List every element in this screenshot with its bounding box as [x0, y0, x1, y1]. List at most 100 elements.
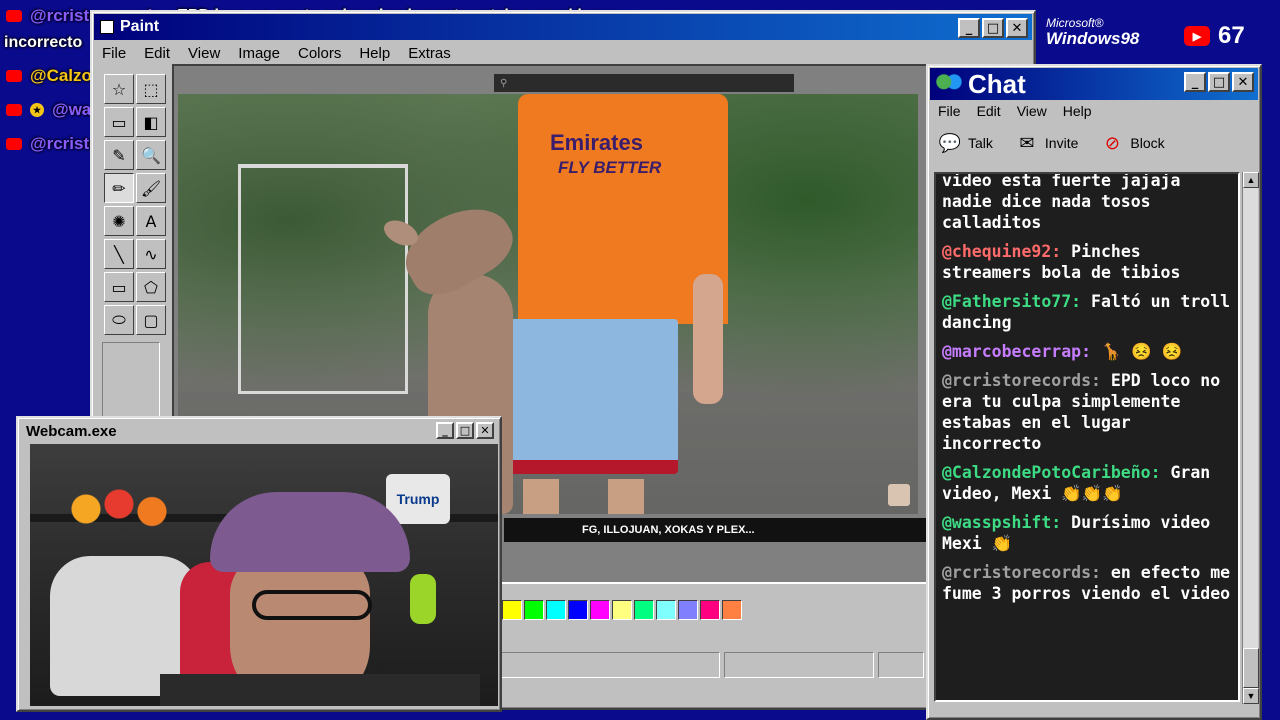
scroll-up-arrow-icon[interactable]: ▲: [1243, 172, 1259, 188]
chat-people-icon: [936, 73, 962, 95]
palette-swatch[interactable]: [546, 600, 566, 620]
youtube-badge-icon: [6, 138, 22, 150]
member-star-icon: ★: [30, 103, 44, 117]
paint-titlebar[interactable]: Paint _ □ ✕: [94, 14, 1032, 40]
palette-swatch[interactable]: [678, 600, 698, 620]
chat-message: @Fathersito77: Faltó un troll dancing: [942, 291, 1232, 333]
scroll-down-arrow-icon[interactable]: ▼: [1243, 688, 1259, 704]
paint-menu-item[interactable]: Colors: [296, 44, 343, 63]
text-tool-icon[interactable]: A: [136, 206, 166, 236]
select-rect-tool-icon[interactable]: ⬚: [136, 74, 166, 104]
line-tool-icon[interactable]: ╲: [104, 239, 134, 269]
chat-menu-item[interactable]: File: [936, 102, 963, 120]
chat-username: @Fathersito77:: [942, 292, 1082, 311]
scroll-thumb[interactable]: [1243, 648, 1259, 688]
video-person-arm: [693, 274, 723, 404]
invite-icon: ✉: [1019, 132, 1035, 154]
youtube-icon: ▶: [1184, 26, 1210, 46]
paint-menu-item[interactable]: File: [100, 44, 128, 63]
brush-tool-icon[interactable]: 🖌: [136, 173, 166, 203]
youtube-badge-icon: [6, 70, 22, 82]
pencil-tool-icon[interactable]: ✏: [104, 173, 134, 203]
windows98-logo: Microsoft® Windows98: [1046, 16, 1139, 47]
chat-log: video esta fuerte jajaja nadie dice nada…: [934, 172, 1240, 702]
chat-message: @rcristorecords: en efecto me fume 3 por…: [942, 562, 1232, 604]
chat-menu-item[interactable]: Help: [1061, 102, 1094, 120]
chat-message: video esta fuerte jajaja nadie dice nada…: [942, 174, 1232, 233]
select-star-tool-icon[interactable]: ☆: [104, 74, 134, 104]
chat-minimize-button[interactable]: _: [1184, 72, 1206, 92]
youtube-badge-icon: [6, 104, 22, 116]
video-person-shorts: [508, 319, 678, 474]
paint-maximize-button[interactable]: □: [982, 18, 1004, 38]
paint-menu-item[interactable]: Extras: [406, 44, 453, 63]
fill-tool-icon[interactable]: ◧: [136, 107, 166, 137]
chat-scrollbar[interactable]: ▲ ▼: [1242, 172, 1259, 704]
block-icon: ⊘: [1104, 132, 1120, 154]
paint-menu-item[interactable]: View: [186, 44, 222, 63]
talk-button[interactable]: 💬 Talk: [938, 132, 993, 154]
airbrush-tool-icon[interactable]: ✺: [104, 206, 134, 236]
video-avatar-thumb: [888, 484, 910, 506]
video-search-bar: ⚲: [494, 74, 794, 92]
paint-menu-item[interactable]: Edit: [142, 44, 172, 63]
webcam-maximize-button[interactable]: □: [456, 422, 474, 439]
magnifier-tool-icon[interactable]: 🔍: [136, 140, 166, 170]
palette-swatch[interactable]: [634, 600, 654, 620]
polygon-tool-icon[interactable]: ⬠: [136, 272, 166, 302]
chat-maximize-button[interactable]: □: [1208, 72, 1230, 92]
overlay-text: incorrecto: [4, 34, 83, 51]
paint-menu-item[interactable]: Image: [236, 44, 282, 63]
rectangle-tool-icon[interactable]: ▭: [104, 272, 134, 302]
paint-minimize-button[interactable]: _: [958, 18, 980, 38]
palette-swatch[interactable]: [722, 600, 742, 620]
webcam-title: Webcam.exe: [26, 422, 117, 440]
paint-close-button[interactable]: ✕: [1006, 18, 1028, 38]
paint-title: Paint: [120, 18, 160, 35]
toolbar-label: Block: [1130, 135, 1165, 151]
eraser-tool-icon[interactable]: ▭: [104, 107, 134, 137]
palette-swatch[interactable]: [700, 600, 720, 620]
chat-username: @marcobecerrap:: [942, 342, 1092, 361]
chat-window: Chat _ □ ✕ File Edit View Help 💬 Talk ✉ Invite…: [926, 64, 1262, 720]
webcam-minimize-button[interactable]: _: [436, 422, 454, 439]
invite-button[interactable]: ✉ Invite: [1015, 132, 1078, 154]
chat-username: @rcristorecords:: [942, 563, 1101, 582]
overlay-message: incorrecto: [4, 34, 82, 52]
webcam-feed: Trump: [30, 444, 498, 706]
palette-swatch[interactable]: [524, 600, 544, 620]
tool-options-box[interactable]: [102, 342, 160, 422]
palette-swatch[interactable]: [568, 600, 588, 620]
video-person-leg: [523, 479, 559, 514]
webcam-titlebar[interactable]: Webcam.exe _ □ ✕: [20, 420, 498, 442]
curve-tool-icon[interactable]: ∿: [136, 239, 166, 269]
video-clothes-rack: [238, 164, 408, 394]
chat-username: @chequine92:: [942, 242, 1062, 261]
viewer-count: 67: [1218, 22, 1245, 49]
picker-tool-icon[interactable]: ✎: [104, 140, 134, 170]
ellipse-tool-icon[interactable]: ⬭: [104, 305, 134, 335]
paint-menu-item[interactable]: Help: [357, 44, 392, 63]
chat-titlebar[interactable]: Chat _ □ ✕: [930, 68, 1258, 100]
palette-swatch[interactable]: [502, 600, 522, 620]
webcam-window: Webcam.exe _ □ ✕ Trump: [16, 416, 502, 712]
shirt-slogan-text: FLY BETTER: [558, 158, 662, 177]
cam-person-jacket: [160, 674, 480, 706]
palette-swatch[interactable]: [590, 600, 610, 620]
webcam-close-button[interactable]: ✕: [476, 422, 494, 439]
toolbar-label: Invite: [1044, 135, 1079, 151]
palette-swatch[interactable]: [612, 600, 632, 620]
palette-swatch[interactable]: [656, 600, 676, 620]
chat-close-button[interactable]: ✕: [1232, 72, 1254, 92]
chat-message: @chequine92: Pinches streamers bola de t…: [942, 241, 1232, 283]
rounded-rect-tool-icon[interactable]: ▢: [136, 305, 166, 335]
chat-menu-item[interactable]: View: [1015, 102, 1049, 120]
cam-person-glasses: [252, 590, 372, 620]
paint-menubar: File Edit View Image Colors Help Extras: [100, 44, 453, 63]
status-cell: [724, 652, 874, 678]
chat-menu-item[interactable]: Edit: [975, 102, 1003, 120]
chat-message: @CalzondePotoCaribeño: Gran video, Mexi …: [942, 462, 1232, 504]
talk-icon: 💬: [938, 132, 962, 154]
block-button[interactable]: ⊘ Block: [1100, 132, 1165, 154]
status-cell: [500, 652, 720, 678]
